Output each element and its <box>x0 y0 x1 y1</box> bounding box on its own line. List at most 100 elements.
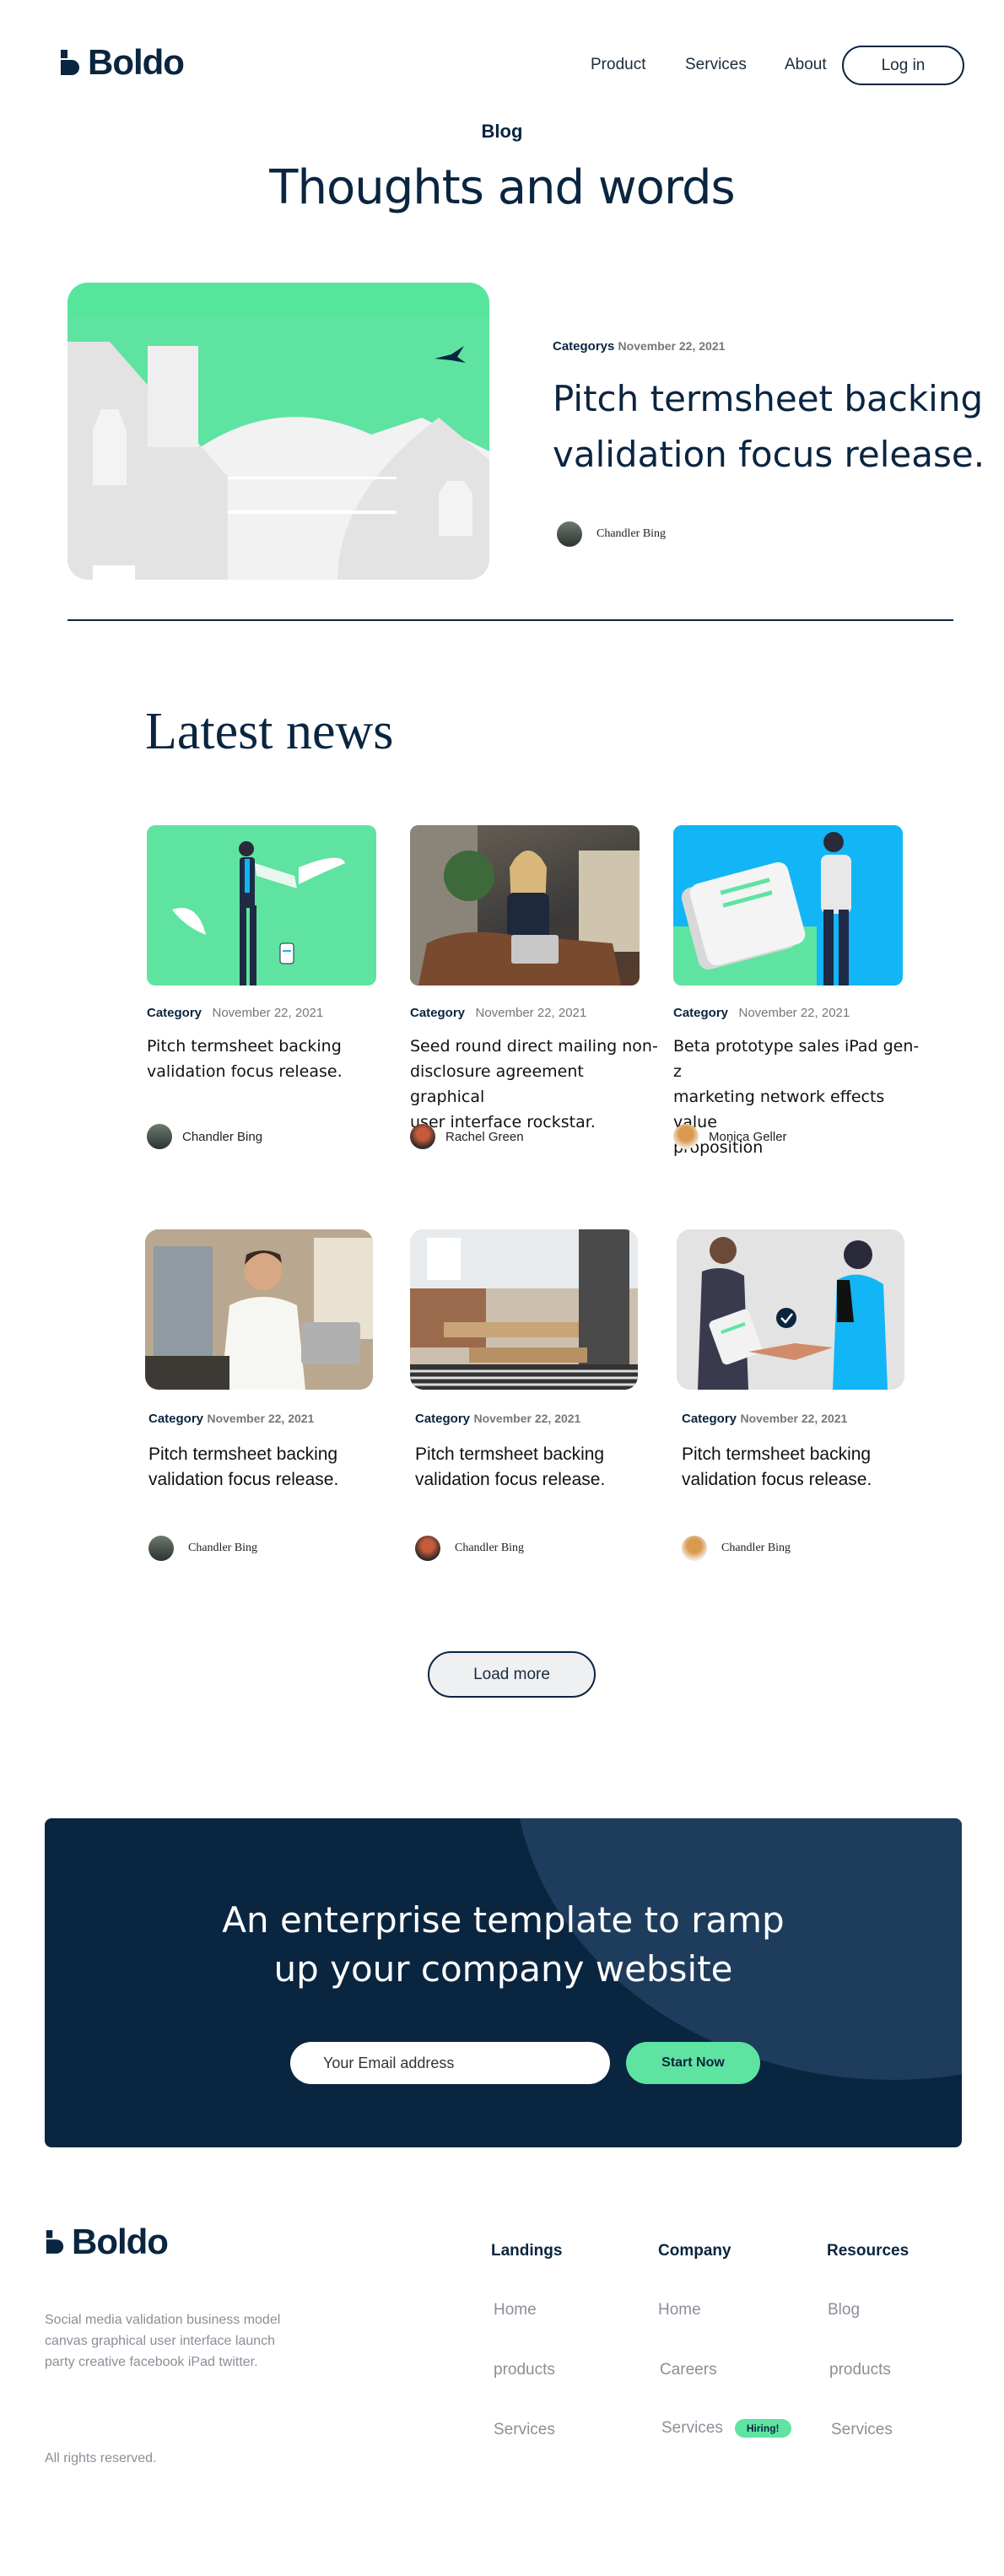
author-name: Chandler Bing <box>455 1542 525 1554</box>
news-title-line: Beta prototype sales iPad gen-z <box>673 1037 920 1081</box>
nav-product[interactable]: Product <box>591 56 645 74</box>
footer-link-home[interactable]: Home <box>658 2301 701 2319</box>
footer-logo[interactable]: Boldo <box>45 2222 169 2262</box>
news-author-2: Rachel Green <box>410 1124 524 1149</box>
news-meta-4: Category November 22, 2021 <box>148 1412 314 1427</box>
avatar <box>415 1536 440 1561</box>
logo[interactable]: Boldo <box>59 42 185 83</box>
news-category[interactable]: Category <box>682 1412 737 1426</box>
news-category[interactable]: Category <box>147 1006 202 1020</box>
news-image-6[interactable] <box>677 1229 904 1390</box>
footer-link-products[interactable]: products <box>494 2361 555 2379</box>
footer-link-products[interactable]: products <box>829 2361 891 2379</box>
author-name: Chandler Bing <box>721 1542 791 1554</box>
news-author-4: Chandler Bing <box>148 1536 257 1561</box>
divider <box>67 619 953 621</box>
news-meta-5: Category November 22, 2021 <box>415 1412 580 1427</box>
cta-title: An enterprise template to ramp up your c… <box>45 1896 962 1994</box>
blog-eyebrow: Blog <box>481 121 523 142</box>
news-title-line: validation focus release. <box>147 1062 343 1081</box>
news-title-line: Pitch termsheet backing <box>682 1445 872 1464</box>
featured-title-line: validation focus release. <box>553 434 985 475</box>
news-title-line: validation focus release. <box>682 1470 872 1489</box>
news-title-line: Pitch termsheet backing <box>415 1445 605 1464</box>
news-category[interactable]: Category <box>410 1006 465 1020</box>
featured-meta: Categorys November 22, 2021 <box>553 339 725 354</box>
news-image-2[interactable] <box>410 825 640 986</box>
page-title: Thoughts and words <box>269 160 735 215</box>
news-image-3[interactable] <box>673 825 903 986</box>
news-image-4[interactable] <box>145 1229 373 1390</box>
news-meta-3: Category November 22, 2021 <box>673 1006 850 1021</box>
office-photo <box>410 1229 638 1390</box>
avatar <box>673 1124 699 1149</box>
news-title-4[interactable]: Pitch termsheet backing validation focus… <box>148 1442 338 1493</box>
author-name: Chandler Bing <box>596 527 667 540</box>
news-title-6[interactable]: Pitch termsheet backing validation focus… <box>682 1442 872 1493</box>
logo-text: Boldo <box>72 2222 169 2261</box>
cta-banner: An enterprise template to ramp up your c… <box>45 1818 962 2147</box>
footer-link-blog[interactable]: Blog <box>828 2301 860 2319</box>
news-image-5[interactable] <box>410 1229 638 1390</box>
news-title-1[interactable]: Pitch termsheet backing validation focus… <box>147 1034 391 1084</box>
footer-link-home[interactable]: Home <box>494 2301 537 2319</box>
news-title-2[interactable]: Seed round direct mailing non- disclosur… <box>410 1034 663 1135</box>
news-author-3: Monica Geller <box>673 1124 787 1149</box>
featured-category[interactable]: Categorys <box>553 339 614 354</box>
email-field[interactable]: Your Email address <box>290 2042 610 2084</box>
latest-news-title: Latest news <box>145 703 394 760</box>
footer-description-line: canvas graphical user interface launch <box>45 2334 276 2348</box>
load-more-button[interactable]: Load more <box>428 1651 596 1698</box>
news-title-line: validation focus release. <box>148 1470 339 1489</box>
footer-link-services[interactable]: Services <box>831 2421 893 2439</box>
house-illustration <box>67 283 489 580</box>
news-date: November 22, 2021 <box>207 1412 315 1425</box>
woman-laptop-photo <box>410 825 640 986</box>
logo-text: Boldo <box>88 42 185 82</box>
cta-title-line: up your company website <box>273 1948 733 1990</box>
login-button[interactable]: Log in <box>842 46 964 85</box>
featured-title[interactable]: Pitch termsheet backing validation focus… <box>553 371 985 483</box>
featured-title-line: Pitch termsheet backing <box>553 378 984 419</box>
news-title-5[interactable]: Pitch termsheet backing validation focus… <box>415 1442 605 1493</box>
footer-link-services[interactable]: Services <box>494 2421 555 2439</box>
email-placeholder: Your Email address <box>323 2054 455 2071</box>
footer-link-careers[interactable]: Careers <box>660 2361 717 2379</box>
footer-heading-landings: Landings <box>491 2242 563 2260</box>
footer-rights: All rights reserved. <box>45 2451 157 2465</box>
footer-services-row: Services Hiring! <box>661 2419 791 2438</box>
news-category[interactable]: Category <box>415 1412 470 1426</box>
featured-author: Chandler Bing <box>557 521 666 547</box>
footer-heading-resources: Resources <box>827 2242 910 2260</box>
footer-link-services[interactable]: Services <box>661 2419 723 2438</box>
man-phone-photo <box>145 1229 373 1390</box>
avatar <box>148 1536 174 1561</box>
news-meta-2: Category November 22, 2021 <box>410 1006 586 1021</box>
news-date: November 22, 2021 <box>473 1412 581 1425</box>
news-category[interactable]: Category <box>148 1412 203 1426</box>
footer-description-line: Social media validation business model <box>45 2313 281 2327</box>
footer-description-line: party creative facebook iPad twitter. <box>45 2355 258 2369</box>
logo-icon <box>61 50 79 75</box>
news-category[interactable]: Category <box>673 1006 728 1020</box>
avatar <box>147 1124 172 1149</box>
start-now-button[interactable]: Start Now <box>626 2042 760 2084</box>
featured-image[interactable] <box>67 283 489 580</box>
featured-date: November 22, 2021 <box>618 339 726 353</box>
news-meta-1: Category November 22, 2021 <box>147 1006 323 1021</box>
handshake-illustration <box>677 1229 904 1390</box>
nav-services[interactable]: Services <box>685 56 747 74</box>
avatar <box>557 521 582 547</box>
news-author-5: Chandler Bing <box>415 1536 524 1561</box>
news-image-1[interactable] <box>147 825 376 986</box>
news-date: November 22, 2021 <box>212 1006 324 1020</box>
author-name: Chandler Bing <box>188 1542 258 1554</box>
news-title-line: validation focus release. <box>415 1470 606 1489</box>
logo-icon <box>46 2230 64 2254</box>
avatar <box>682 1536 707 1561</box>
avatar <box>410 1124 435 1149</box>
news-title-line: Pitch termsheet backing <box>147 1037 342 1056</box>
footer-description: Social media validation business model c… <box>45 2309 280 2373</box>
news-title-line: Seed round direct mailing non- <box>410 1037 658 1056</box>
nav-about[interactable]: About <box>785 56 827 74</box>
